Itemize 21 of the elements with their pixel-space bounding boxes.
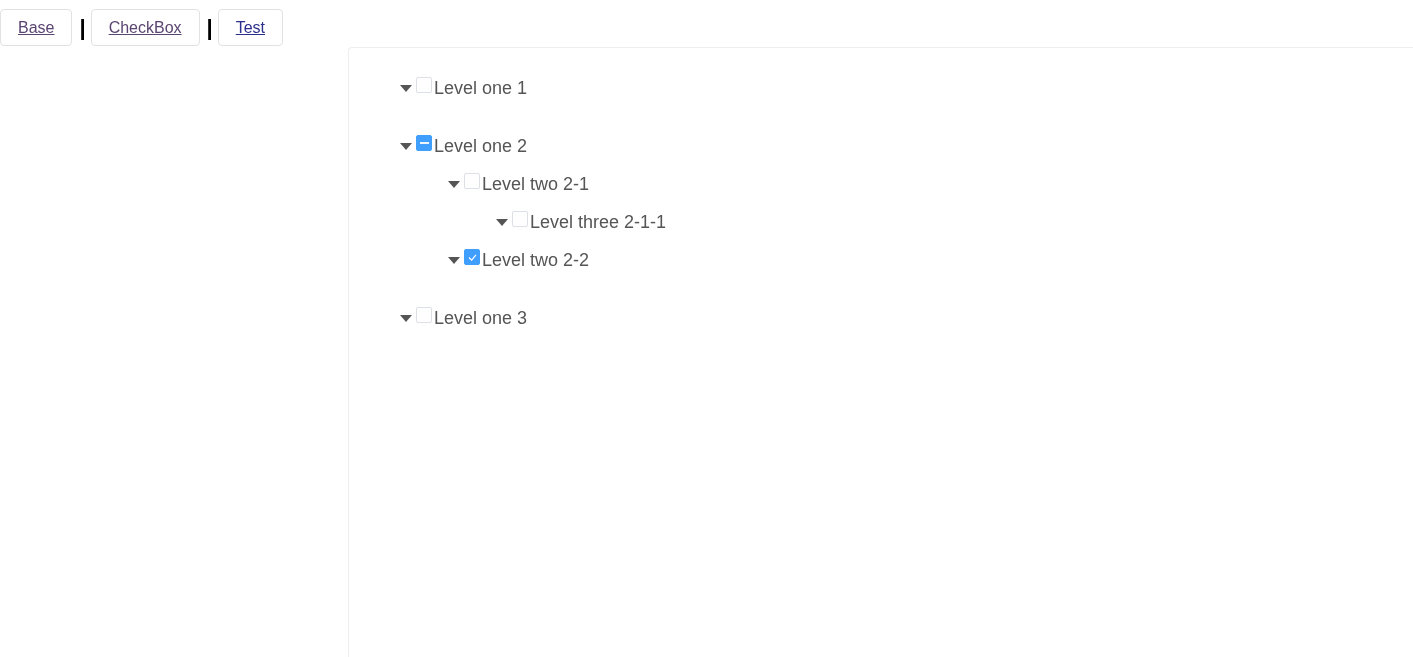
- nav-separator: |: [79, 16, 86, 39]
- caret-icon[interactable]: [400, 142, 412, 150]
- nav-link[interactable]: CheckBox: [90, 9, 200, 46]
- caret-icon[interactable]: [448, 256, 460, 264]
- nav-separator: |: [206, 16, 213, 39]
- tree-node-label[interactable]: Level three 2-1-1: [530, 211, 667, 233]
- caret-icon[interactable]: [448, 180, 460, 188]
- tree-node-label[interactable]: Level one 2: [434, 135, 528, 157]
- caret-icon[interactable]: [400, 314, 412, 322]
- nav-link[interactable]: Base: [0, 9, 73, 46]
- caret-icon[interactable]: [400, 84, 412, 92]
- tree-node-label[interactable]: Level two 2-2: [482, 249, 590, 271]
- checkmark-icon: [467, 253, 477, 261]
- minus-icon: [419, 142, 429, 144]
- tree-node-label[interactable]: Level two 2-1: [482, 173, 590, 195]
- tree-node-label[interactable]: Level one 1: [434, 77, 528, 99]
- checkbox[interactable]: [416, 135, 432, 151]
- tree-node-label[interactable]: Level one 3: [434, 307, 528, 329]
- checkbox[interactable]: [464, 249, 480, 265]
- nav-link[interactable]: Test: [217, 9, 284, 46]
- caret-icon[interactable]: [496, 218, 508, 226]
